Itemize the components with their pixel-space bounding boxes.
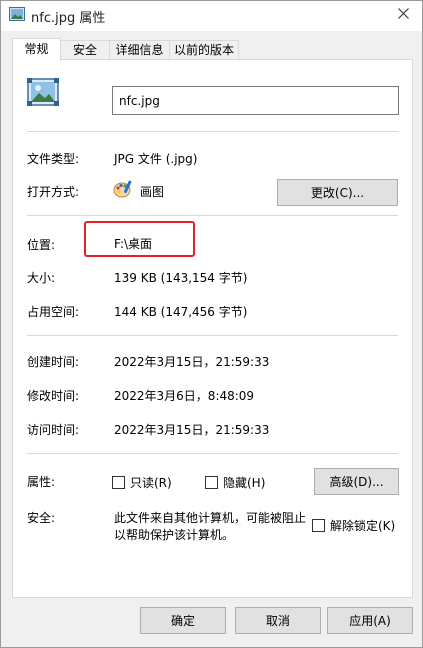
change-button[interactable]: 更改(C)... [277,179,398,206]
separator [27,335,398,336]
accessed-value: 2022年3月15日，21:59:33 [114,423,270,437]
title-bar[interactable]: nfc.jpg 属性 [1,1,422,31]
separator [27,131,398,132]
readonly-checkbox[interactable]: 只读(R) [112,474,172,491]
location-label: 位置: [27,238,56,252]
readonly-checkbox-label: 只读(R) [130,476,172,490]
readonly-checkbox-box[interactable] [112,476,125,489]
size-label: 大小: [27,271,56,285]
size-on-disk-label: 占用空间: [27,305,80,319]
open-with-app-name: 画图 [140,185,165,199]
tab-previous-versions[interactable]: 以前的版本 [169,40,239,60]
tab-security[interactable]: 安全 [60,40,110,60]
advanced-button[interactable]: 高级(D)... [314,468,399,495]
security-warning-line-1: 此文件来自其他计算机，可能被阻止 [114,511,307,525]
separator [27,215,398,216]
modified-value: 2022年3月6日，8:48:09 [114,389,255,403]
size-on-disk-value: 144 KB (147,456 字节) [114,305,248,319]
created-label: 创建时间: [27,355,80,369]
ok-button[interactable]: 确定 [140,607,226,634]
file-thumbnail-icon [27,78,59,109]
security-label: 安全: [27,511,56,525]
hidden-checkbox-box[interactable] [205,476,218,489]
image-file-icon [9,7,25,21]
tab-details[interactable]: 详细信息 [109,40,170,60]
open-with-label: 打开方式: [27,185,80,199]
cancel-button[interactable]: 取消 [235,607,321,634]
general-panel: 文件类型: JPG 文件 (.jpg) 打开方式: 画图 更改(C)... 位置… [12,59,413,598]
tab-general[interactable]: 常规 [12,38,61,61]
hidden-checkbox-label: 隐藏(H) [223,476,266,490]
created-value: 2022年3月15日，21:59:33 [114,355,270,369]
window-title: nfc.jpg 属性 [31,11,106,26]
paint-app-icon [113,179,133,202]
close-button[interactable] [390,3,416,27]
unblock-checkbox[interactable]: 解除锁定(K) [312,517,395,534]
security-warning-line-2: 以帮助保护该计算机。 [114,528,235,542]
location-value: F:\桌面 [114,237,153,251]
separator [27,453,398,454]
apply-button[interactable]: 应用(A) [327,607,413,634]
file-type-label: 文件类型: [27,152,80,166]
close-icon [397,8,409,22]
file-name-input[interactable] [112,86,399,115]
unblock-checkbox-box[interactable] [312,519,325,532]
file-type-value: JPG 文件 (.jpg) [114,152,198,166]
properties-window: nfc.jpg 属性 常规 安全 详细信息 以前的版本 nfc.jpg 文件类型… [0,0,423,648]
unblock-checkbox-label: 解除锁定(K) [330,519,396,533]
accessed-label: 访问时间: [27,423,80,437]
attributes-label: 属性: [27,475,56,489]
modified-label: 修改时间: [27,389,80,403]
hidden-checkbox[interactable]: 隐藏(H) [205,474,265,491]
size-value: 139 KB (143,154 字节) [114,271,248,285]
